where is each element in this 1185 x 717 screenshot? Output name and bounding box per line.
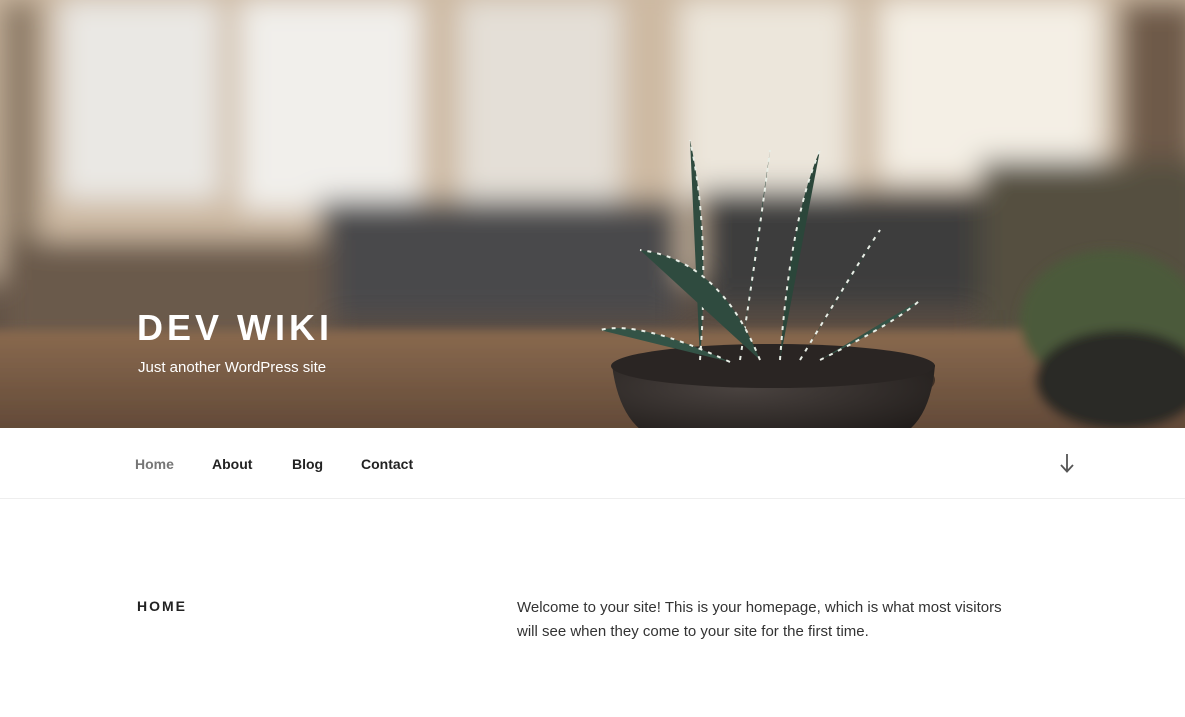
scroll-down-button[interactable]: [1056, 452, 1078, 474]
nav-item-home[interactable]: Home: [135, 456, 174, 472]
nav-item-about[interactable]: About: [212, 456, 252, 472]
header-hero-image: DEV WIKI Just another WordPress site: [0, 0, 1185, 428]
nav-item-contact[interactable]: Contact: [361, 456, 413, 472]
page-title: Home: [137, 598, 187, 614]
entry-content: Welcome to your site! This is your homep…: [517, 599, 1002, 640]
main-navigation: Home About Blog Contact: [0, 428, 1185, 499]
site-description: Just another WordPress site: [138, 359, 327, 376]
site-title[interactable]: DEV WIKI: [137, 310, 333, 346]
arrow-down-icon: [1060, 454, 1074, 473]
nav-item-blog[interactable]: Blog: [292, 456, 323, 472]
